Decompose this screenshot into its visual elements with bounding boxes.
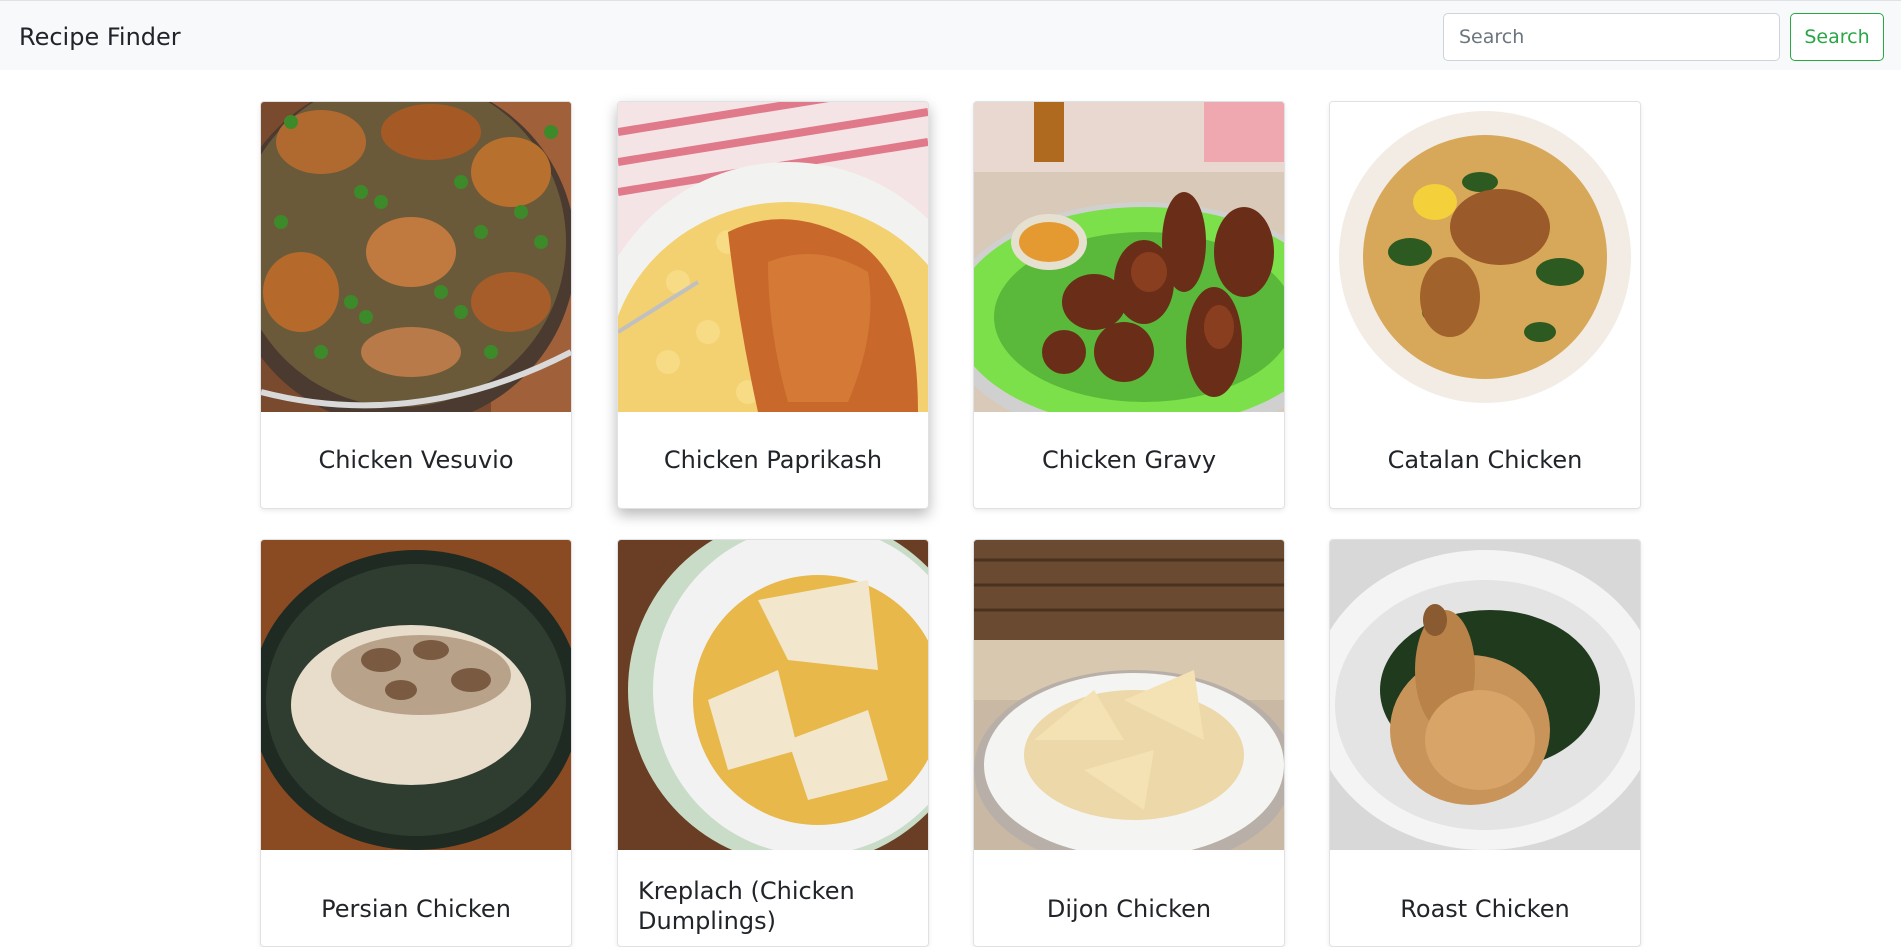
chicken-vesuvio-photo <box>261 102 571 412</box>
dijon-chicken-photo <box>974 540 1284 850</box>
recipe-title[interactable]: Kreplach (Chicken Dumplings) <box>618 850 928 946</box>
chicken-paprikash-photo <box>618 102 928 412</box>
navbar: Recipe Finder Search <box>0 0 1901 70</box>
recipe-card[interactable]: Catalan Chicken <box>1329 101 1641 509</box>
kreplach-photo <box>618 540 928 850</box>
chicken-gravy-photo <box>974 102 1284 412</box>
recipe-title[interactable]: Roast Chicken <box>1330 850 1640 946</box>
recipe-title[interactable]: Chicken Gravy <box>974 412 1284 508</box>
recipe-card[interactable]: Chicken Gravy <box>973 101 1285 509</box>
recipe-card[interactable]: Dijon Chicken <box>973 539 1285 947</box>
recipe-title[interactable]: Dijon Chicken <box>974 850 1284 946</box>
recipe-card[interactable]: Persian Chicken <box>260 539 572 947</box>
recipe-title[interactable]: Persian Chicken <box>261 850 571 946</box>
persian-chicken-photo <box>261 540 571 850</box>
recipe-card[interactable]: Roast Chicken <box>1329 539 1641 947</box>
recipe-title[interactable]: Chicken Vesuvio <box>261 412 571 508</box>
catalan-chicken-photo <box>1330 102 1640 412</box>
recipe-title[interactable]: Catalan Chicken <box>1330 412 1640 508</box>
recipe-card[interactable]: Chicken Vesuvio <box>260 101 572 509</box>
brand-link[interactable]: Recipe Finder <box>19 22 181 52</box>
roast-chicken-photo <box>1330 540 1640 850</box>
recipe-card[interactable]: Kreplach (Chicken Dumplings) <box>617 539 929 947</box>
recipe-card[interactable]: Chicken Paprikash <box>617 101 929 509</box>
search-button[interactable]: Search <box>1790 13 1884 61</box>
search-input[interactable] <box>1443 13 1780 61</box>
recipe-title[interactable]: Chicken Paprikash <box>618 412 928 508</box>
